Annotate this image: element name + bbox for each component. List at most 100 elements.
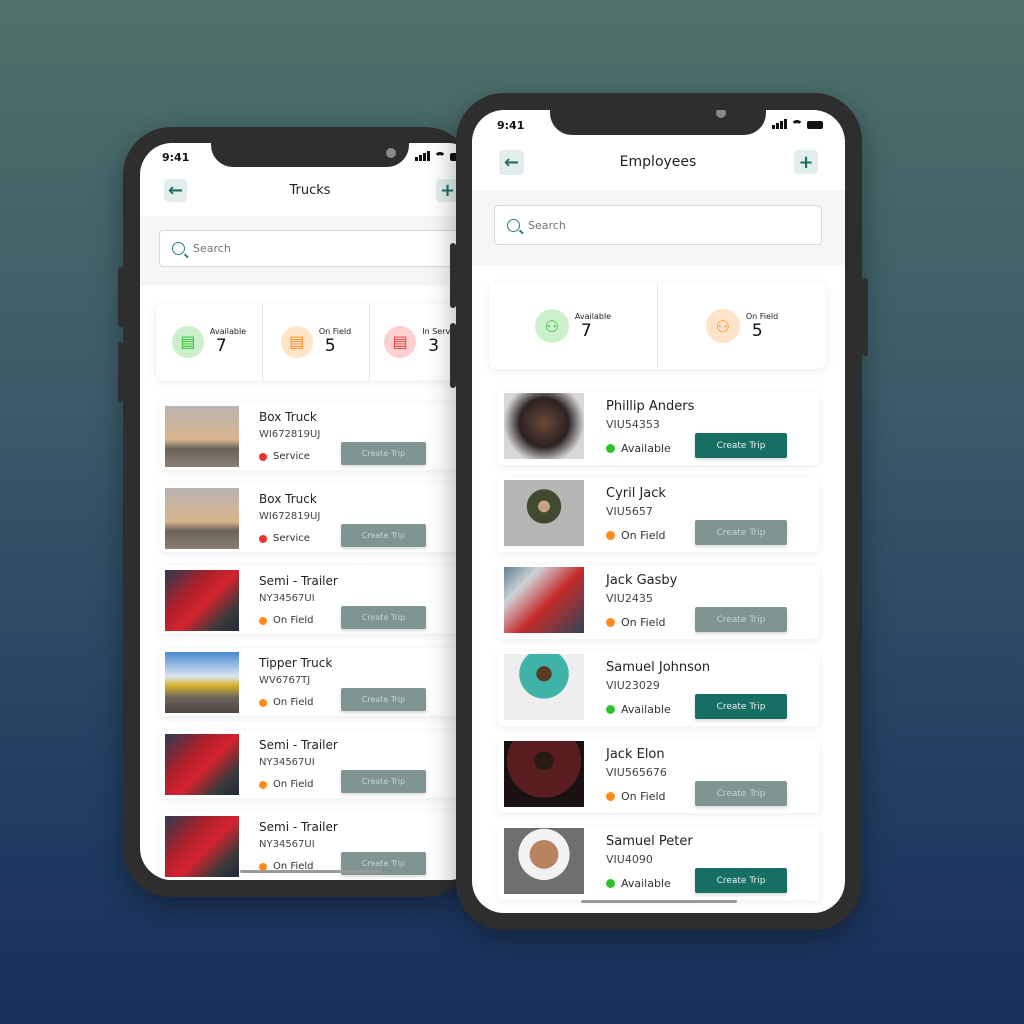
item-code: VIU5657 bbox=[606, 505, 653, 518]
create-trip-button[interactable]: Create Trip bbox=[341, 688, 426, 711]
stat-on-field[interactable]: ⚇ On Field 5 bbox=[657, 283, 826, 369]
create-trip-button[interactable]: Create Trip bbox=[695, 607, 787, 632]
list-item: Semi - Trailer NY34567UI On Field Create Tr… bbox=[160, 730, 480, 798]
stats-card: ▤ Available 7 ▤ On Field 5 ▤ In Service 3 bbox=[156, 303, 476, 380]
search-icon bbox=[172, 242, 185, 255]
item-code: NY34567UI bbox=[259, 839, 315, 850]
back-button[interactable]: ← bbox=[164, 179, 187, 202]
item-name: Phillip Anders bbox=[606, 399, 695, 414]
trucks-screen: 9:41 ← Trucks + ▤Available7▤On Field5▤In… bbox=[140, 143, 480, 880]
item-code: NY34567UI bbox=[259, 593, 315, 604]
stats-card: ⚇ Available 7 ⚇ On Field 5 bbox=[489, 283, 826, 369]
create-trip-button[interactable]: Create Trip bbox=[695, 520, 787, 545]
status-dot-icon bbox=[259, 616, 267, 625]
plus-icon: + bbox=[798, 151, 814, 173]
employee-photo bbox=[504, 393, 584, 459]
stat-text: Available 7 bbox=[575, 312, 611, 341]
item-code: WV6767TJ bbox=[259, 675, 311, 686]
truck-photo bbox=[165, 488, 239, 549]
item-code: WI672819UJ bbox=[259, 511, 321, 522]
item-code: VIU4090 bbox=[606, 853, 653, 866]
status-label: On Field bbox=[621, 616, 666, 629]
status-dot-icon bbox=[606, 531, 615, 540]
item-name: Semi - Trailer bbox=[259, 820, 338, 834]
status-indicator: On Field bbox=[606, 790, 666, 803]
list-item: Box Truck WI672819UJ Service Create Trip bbox=[160, 402, 480, 470]
status-time: 9:41 bbox=[162, 151, 190, 164]
employee-photo bbox=[504, 567, 584, 633]
home-indicator bbox=[240, 870, 382, 873]
person-icon: ⚇ bbox=[534, 309, 569, 343]
employee-photo bbox=[504, 480, 584, 546]
truck-icon: ▤ bbox=[384, 325, 417, 358]
status-dot-icon bbox=[606, 618, 615, 627]
status-label: Available bbox=[621, 877, 671, 890]
stat-label: Available bbox=[209, 327, 247, 336]
status-dot-icon bbox=[259, 452, 267, 461]
stat-value: 5 bbox=[751, 320, 763, 341]
stat-text: On Field 5 bbox=[746, 312, 778, 341]
search-input[interactable] bbox=[528, 218, 673, 232]
status-indicator: Service bbox=[259, 451, 310, 462]
truck-icon: ▤ bbox=[171, 325, 204, 358]
status-label: On Field bbox=[273, 615, 314, 626]
person-icon: ⚇ bbox=[705, 309, 740, 343]
search-box[interactable] bbox=[159, 230, 469, 267]
search-input[interactable] bbox=[193, 242, 338, 255]
back-button[interactable]: ← bbox=[499, 150, 524, 175]
status-indicator: On Field bbox=[259, 615, 313, 626]
truck-photo bbox=[165, 652, 239, 713]
item-name: Box Truck bbox=[259, 410, 317, 424]
status-dot-icon bbox=[259, 780, 267, 789]
item-name: Samuel Peter bbox=[606, 834, 693, 849]
arrow-left-icon: ← bbox=[503, 152, 520, 173]
stat-text: Available 7 bbox=[210, 327, 246, 356]
truck-icon: ▤ bbox=[280, 325, 313, 358]
create-trip-button[interactable]: Create Trip bbox=[341, 770, 426, 793]
truck-photo bbox=[165, 406, 239, 467]
home-indicator bbox=[581, 900, 737, 903]
stat-label: Available bbox=[574, 311, 612, 321]
stat-value: 5 bbox=[324, 336, 336, 356]
item-name: Semi - Trailer bbox=[259, 738, 338, 752]
create-trip-button[interactable]: Create Trip bbox=[695, 433, 787, 458]
create-trip-button[interactable]: Create Trip bbox=[341, 524, 426, 547]
employee-photo bbox=[504, 828, 584, 894]
status-label: Service bbox=[273, 533, 310, 544]
search-box[interactable] bbox=[494, 205, 822, 245]
status-time: 9:41 bbox=[497, 119, 525, 132]
wifi-icon bbox=[791, 120, 803, 129]
item-code: VIU2435 bbox=[606, 592, 653, 605]
item-name: Jack Elon bbox=[606, 747, 665, 762]
notch bbox=[550, 110, 766, 135]
list-item: Box Truck WI672819UJ Service Create Trip bbox=[160, 484, 480, 552]
side-button bbox=[450, 323, 456, 388]
stat-text: On Field 5 bbox=[319, 327, 351, 356]
status-indicator: On Field bbox=[606, 616, 666, 629]
side-button bbox=[118, 267, 123, 327]
create-trip-button[interactable]: Create Trip bbox=[341, 442, 426, 465]
create-trip-button[interactable]: Create Trip bbox=[695, 694, 787, 719]
status-dot-icon bbox=[606, 444, 615, 453]
stat-available[interactable]: ⚇ Available 7 bbox=[489, 283, 657, 369]
status-indicator: Service bbox=[259, 533, 310, 544]
truck-photo bbox=[165, 816, 239, 877]
create-trip-button[interactable]: Create Trip bbox=[695, 868, 787, 893]
status-dot-icon bbox=[259, 534, 267, 543]
side-button bbox=[118, 342, 123, 402]
item-name: Semi - Trailer bbox=[259, 574, 338, 588]
status-indicator: Available bbox=[606, 442, 671, 455]
page-title: Employees bbox=[619, 154, 697, 170]
create-trip-button[interactable]: Create Trip bbox=[341, 606, 426, 629]
status-label: On Field bbox=[273, 779, 314, 790]
stat-available[interactable]: ▤ Available 7 bbox=[156, 303, 262, 380]
stat-value: 7 bbox=[215, 336, 227, 356]
stat-value: 7 bbox=[580, 320, 592, 341]
create-trip-button[interactable]: Create Trip bbox=[695, 781, 787, 806]
status-indicator: On Field bbox=[606, 529, 666, 542]
stat-on-field[interactable]: ▤ On Field 5 bbox=[262, 303, 369, 380]
status-indicator: On Field bbox=[259, 697, 313, 708]
item-code: VIU54353 bbox=[606, 418, 660, 431]
add-button[interactable]: + bbox=[794, 150, 818, 174]
list-item: Semi - Trailer NY34567UI On Field Create Tr… bbox=[160, 566, 480, 634]
